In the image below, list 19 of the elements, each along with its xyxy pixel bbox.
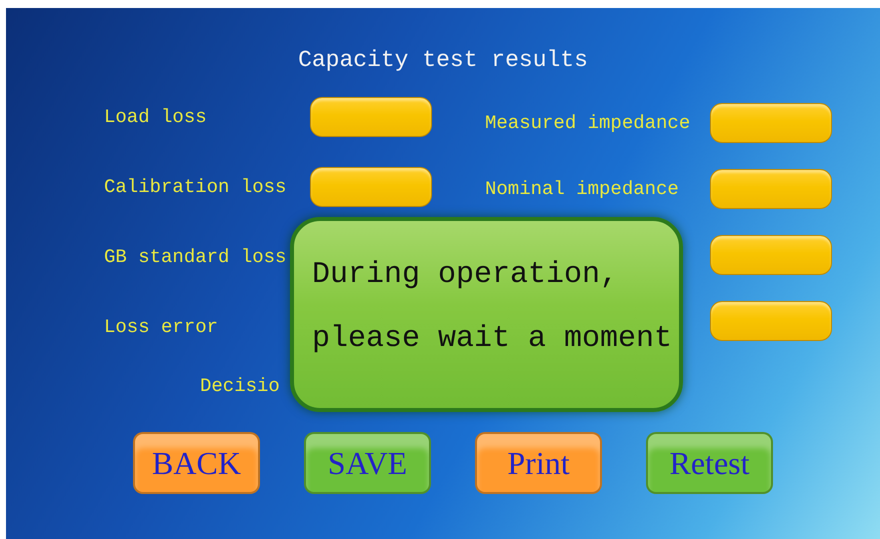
field-label: Calibration loss: [104, 176, 288, 198]
value-field[interactable]: [310, 97, 432, 137]
value-field[interactable]: [710, 103, 832, 143]
action-button[interactable]: BACK: [133, 432, 260, 494]
value-field[interactable]: [710, 301, 832, 341]
action-button[interactable]: Print: [475, 432, 602, 494]
action-button[interactable]: Retest: [646, 432, 773, 494]
value-field[interactable]: [710, 169, 832, 209]
value-field[interactable]: [310, 167, 432, 207]
field-label: GB standard loss: [104, 246, 288, 268]
field-label: Measured impedance: [485, 112, 692, 134]
screen-title: Capacity test results: [297, 48, 589, 72]
field-label: Nominal impedance: [485, 178, 680, 200]
field-label: Load loss: [104, 106, 208, 128]
action-button[interactable]: SAVE: [304, 432, 431, 494]
field-label: Loss error: [104, 316, 220, 338]
status-message: During operation, please wait a moment: [312, 257, 674, 358]
field-label: Decisio: [200, 374, 280, 399]
value-field[interactable]: [710, 235, 832, 275]
